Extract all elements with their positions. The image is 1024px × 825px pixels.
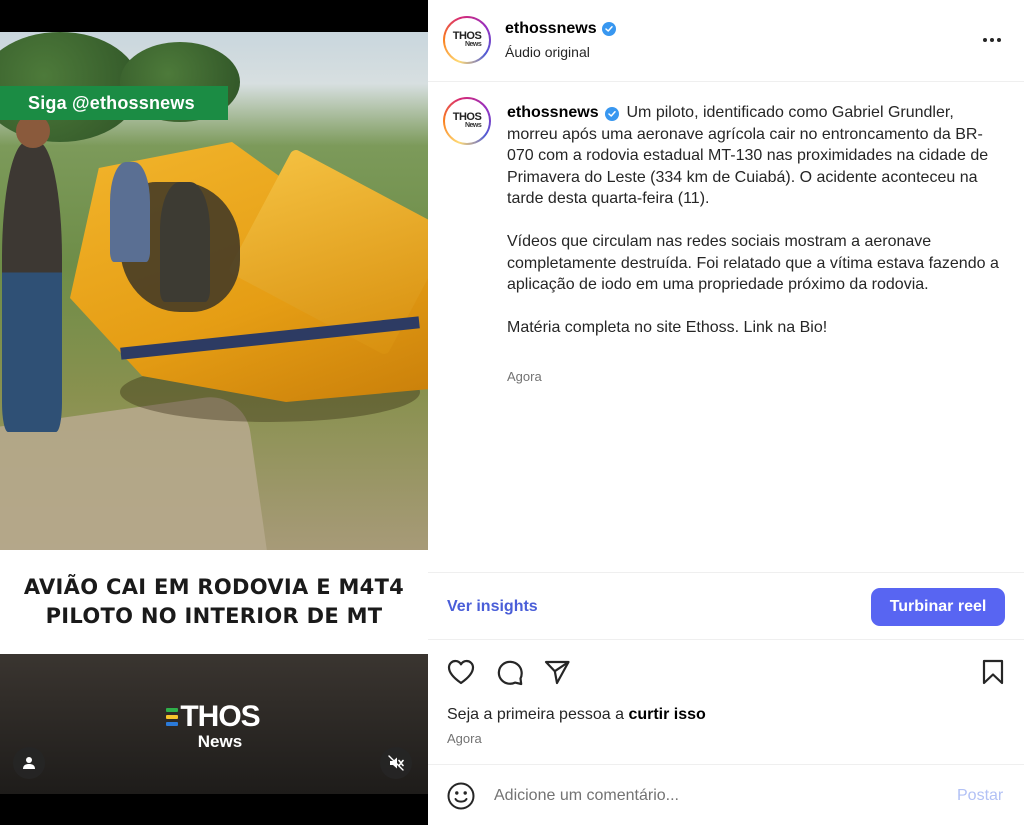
- follow-tag-overlay: Siga @ethossnews: [0, 86, 228, 120]
- reel-video[interactable]: Siga @ethossnews AVIÃO CAI EM RODOVIA E …: [0, 32, 428, 794]
- logo-subtext: News: [197, 732, 243, 751]
- emoji-picker-button[interactable]: [446, 781, 476, 811]
- headline-line-2: PILOTO NO INTERIOR DE MT: [45, 604, 383, 628]
- more-options-button[interactable]: [976, 26, 1008, 54]
- comment-bar: Postar: [428, 764, 1024, 825]
- avatar[interactable]: THOS News: [443, 16, 491, 64]
- save-button[interactable]: [977, 656, 1009, 688]
- username-text[interactable]: ethossnews: [505, 20, 597, 38]
- user-icon: [23, 757, 35, 769]
- ethos-e-mark: [166, 708, 178, 730]
- muted-speaker-icon: [388, 755, 404, 771]
- mute-toggle-button[interactable]: [380, 747, 412, 779]
- view-insights-link[interactable]: Ver insights: [447, 598, 538, 616]
- post-details-pane: THOS News ethossnews Áudio original THOS N…: [428, 0, 1024, 825]
- like-it-link[interactable]: curtir isso: [628, 706, 705, 723]
- caption-username[interactable]: ethossnews: [507, 104, 599, 121]
- post-header: THOS News ethossnews Áudio original: [428, 0, 1024, 82]
- likes-prefix: Seja a primeira pessoa a: [447, 706, 629, 723]
- paper-plane-icon: [544, 660, 570, 685]
- like-button[interactable]: [445, 656, 477, 688]
- more-dots-icon: [983, 38, 987, 42]
- smiley-icon: [447, 782, 475, 810]
- boost-reel-button[interactable]: Turbinar reel: [871, 588, 1005, 626]
- tagged-users-button[interactable]: [13, 747, 45, 779]
- caption-timestamp: Agora: [507, 369, 542, 384]
- post-caption: ethossnews Um piloto, identificado como …: [507, 102, 1007, 360]
- post-actions: [428, 650, 1024, 694]
- comment-button[interactable]: [494, 656, 526, 688]
- post-timestamp: Agora: [447, 731, 482, 746]
- likes-summary: Seja a primeira pessoa a curtir isso: [447, 706, 706, 724]
- caption-paragraph-1: ethossnews Um piloto, identificado como …: [507, 102, 1007, 210]
- share-button[interactable]: [541, 656, 573, 688]
- caption-avatar-subtext: News: [464, 122, 482, 129]
- bookmark-icon: [982, 659, 1004, 685]
- verified-badge-icon: [601, 22, 616, 36]
- post-comment-button[interactable]: Postar: [957, 787, 1003, 805]
- header-username[interactable]: ethossnews: [505, 20, 616, 38]
- insights-bar: Ver insights Turbinar reel: [428, 572, 1024, 640]
- comment-bubble-icon: [497, 660, 523, 686]
- ethos-news-logo: THOS News: [166, 702, 266, 752]
- logo-wordmark: THOS: [180, 700, 260, 733]
- video-brand-area: THOS News: [0, 654, 428, 794]
- caption-verified-badge-icon: [605, 107, 620, 121]
- comment-input[interactable]: [494, 783, 934, 809]
- headline-line-1: AVIÃO CAI EM RODOVIA E M4T4: [23, 575, 405, 599]
- reel-video-pane[interactable]: Siga @ethossnews AVIÃO CAI EM RODOVIA E …: [0, 0, 428, 825]
- caption-paragraph-3: Matéria completa no site Ethoss. Link na…: [507, 319, 828, 336]
- audio-link[interactable]: Áudio original: [505, 44, 590, 60]
- heart-icon: [447, 659, 475, 685]
- caption-paragraph-2: Vídeos que circulam nas redes sociais mo…: [507, 233, 999, 293]
- avatar-subtext: News: [464, 41, 482, 48]
- caption-avatar[interactable]: THOS News: [443, 97, 491, 145]
- video-headline: AVIÃO CAI EM RODOVIA E M4T4 PILOTO NO IN…: [0, 550, 428, 654]
